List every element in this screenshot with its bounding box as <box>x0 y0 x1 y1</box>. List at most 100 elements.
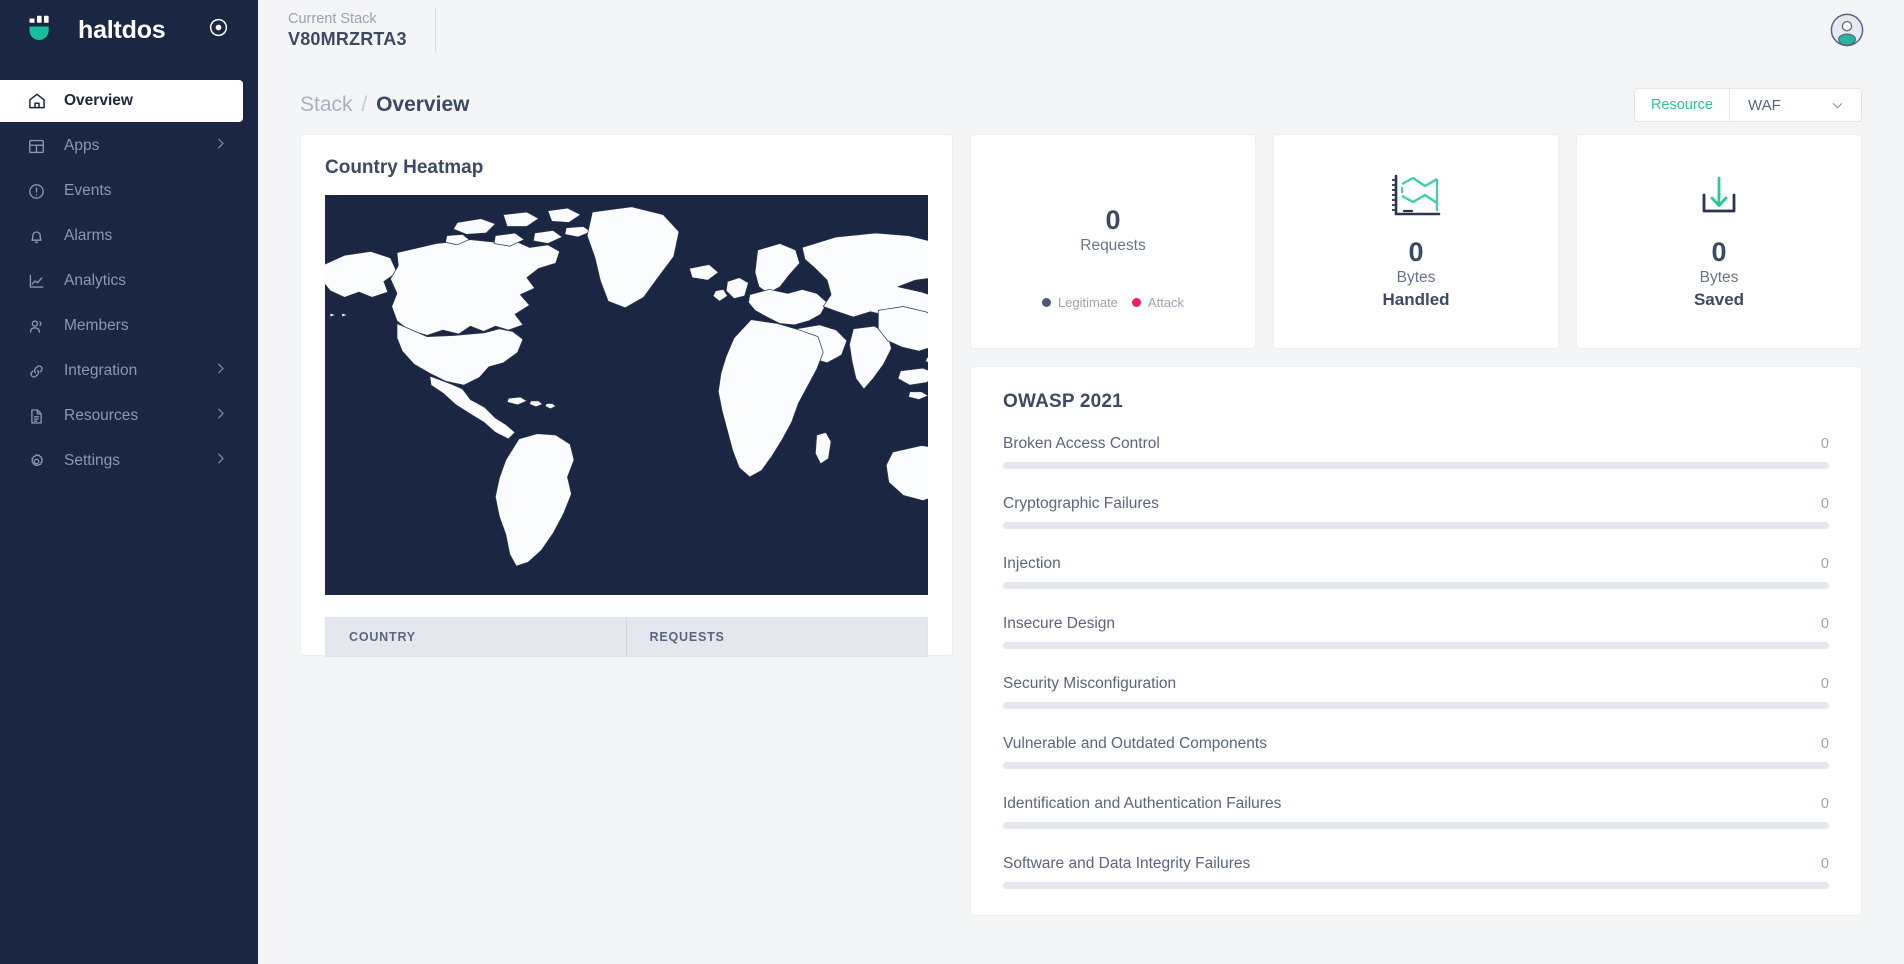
owasp-row-bar <box>1003 882 1829 889</box>
bytes-saved-value: 0 <box>1711 236 1727 267</box>
owasp-row-bar <box>1003 702 1829 709</box>
table-header-country[interactable]: COUNTRY <box>326 618 627 656</box>
owasp-row[interactable]: Insecure Design 0 <box>1003 615 1829 649</box>
owasp-row-name: Identification and Authentication Failur… <box>1003 795 1282 812</box>
sidebar-item-alarms[interactable]: Alarms <box>0 216 258 256</box>
owasp-row-bar <box>1003 582 1829 589</box>
main-area: Current Stack V80MRZRTA3 Stack / Overvie… <box>258 0 1904 964</box>
owasp-row[interactable]: Security Misconfiguration 0 <box>1003 675 1829 709</box>
sidebar-item-settings[interactable]: Settings <box>0 441 258 481</box>
owasp-row-value: 0 <box>1820 796 1829 812</box>
world-map-svg <box>325 195 928 595</box>
owasp-row-bar <box>1003 522 1829 529</box>
content-header: Stack / Overview Resource WAF <box>300 82 1862 128</box>
document-icon <box>26 406 47 427</box>
country-requests-table: COUNTRY REQUESTS <box>325 617 928 657</box>
legend-item-attack[interactable]: Attack <box>1131 295 1185 310</box>
owasp-row-value: 0 <box>1820 496 1829 512</box>
bell-icon <box>26 226 47 247</box>
owasp-row-value: 0 <box>1820 436 1829 452</box>
current-stack[interactable]: Current Stack V80MRZRTA3 <box>288 8 436 52</box>
bytes-handled-value: 0 <box>1408 236 1424 267</box>
legend-item-legitimate[interactable]: Legitimate <box>1041 295 1118 310</box>
sidebar-item-analytics[interactable]: Analytics <box>0 261 258 301</box>
requests-inner: 0 Requests <box>1080 205 1145 257</box>
legend-label-attack: Attack <box>1147 295 1185 310</box>
breadcrumb: Stack / Overview <box>300 93 469 117</box>
sidebar-item-apps[interactable]: Apps <box>0 126 258 166</box>
legend-dot-attack <box>1131 298 1141 307</box>
sidebar-nav: Overview Apps Events Alarms Analytics Me… <box>0 80 258 481</box>
breadcrumb-current: Overview <box>376 93 470 116</box>
owasp-row-name: Software and Data Integrity Failures <box>1003 855 1251 872</box>
sidebar-item-events[interactable]: Events <box>0 171 258 211</box>
sidebar-item-label: Integration <box>64 362 138 380</box>
table-header-requests[interactable]: REQUESTS <box>627 618 928 656</box>
dashboard-grid: Country Heatmap COUNTRY REQUESTS 0 Reque… <box>300 134 1862 916</box>
owasp-row-bar <box>1003 822 1829 829</box>
stat-cards-row: 0 Requests Legitimate Attack 0 Bytes Han… <box>970 134 1862 349</box>
haltdos-bowl-logo-icon <box>26 13 60 47</box>
resource-selector-value: WAF <box>1748 96 1781 114</box>
owasp-row-name: Vulnerable and Outdated Components <box>1003 735 1267 752</box>
owasp-row-bar <box>1003 762 1829 769</box>
sidebar-item-resources[interactable]: Resources <box>0 396 258 436</box>
alert-circle-icon <box>26 181 47 202</box>
requests-value: 0 <box>1105 204 1121 235</box>
sidebar-item-label: Alarms <box>64 227 113 245</box>
sidebar: haltdos Overview Apps Events Alarms Anal… <box>0 0 258 964</box>
bytes-handled-stat-card: 0 Bytes Handled <box>1273 134 1559 349</box>
owasp-row[interactable]: Software and Data Integrity Failures 0 <box>1003 855 1829 889</box>
home-icon <box>26 91 47 112</box>
sidebar-item-label: Settings <box>64 452 121 470</box>
topbar: Current Stack V80MRZRTA3 <box>258 0 1904 60</box>
layout-grid-icon <box>26 136 47 157</box>
owasp-row-name: Insecure Design <box>1003 615 1116 632</box>
owasp-row-name: Security Misconfiguration <box>1003 675 1177 692</box>
sidebar-item-overview[interactable]: Overview <box>0 80 243 122</box>
owasp-row-name: Cryptographic Failures <box>1003 495 1159 512</box>
current-stack-value: V80MRZRTA3 <box>288 29 407 49</box>
requests-caption: Requests <box>1080 236 1146 254</box>
chevron-right-icon <box>213 136 228 156</box>
sidebar-item-integration[interactable]: Integration <box>0 351 258 391</box>
owasp-row[interactable]: Injection 0 <box>1003 555 1829 589</box>
owasp-row-value: 0 <box>1820 616 1829 632</box>
owasp-card: OWASP 2021 Broken Access Control 0 Crypt… <box>970 366 1862 916</box>
owasp-row-name: Injection <box>1003 555 1061 572</box>
chevron-right-icon <box>213 361 228 381</box>
owasp-row-value: 0 <box>1820 736 1829 752</box>
chevron-right-icon <box>213 406 228 426</box>
users-icon <box>26 316 47 337</box>
owasp-row-value: 0 <box>1820 556 1829 572</box>
link-icon <box>26 361 47 382</box>
target-icon[interactable] <box>208 17 229 43</box>
breadcrumb-parent[interactable]: Stack <box>300 93 353 116</box>
gear-icon <box>26 451 47 472</box>
content: Stack / Overview Resource WAF Country He… <box>258 60 1904 964</box>
chart-line-icon <box>26 271 47 292</box>
user-avatar-icon[interactable] <box>1830 13 1864 47</box>
bytes-handled-caption-top: Bytes <box>1396 268 1436 286</box>
current-stack-label: Current Stack <box>288 11 377 27</box>
area-chart-icon <box>1389 173 1443 219</box>
world-map[interactable] <box>325 195 928 595</box>
brand[interactable]: haltdos <box>0 0 258 60</box>
resource-selector-tag: Resource <box>1635 89 1730 121</box>
owasp-row-value: 0 <box>1820 676 1829 692</box>
heatmap-column: Country Heatmap COUNTRY REQUESTS <box>300 134 953 916</box>
owasp-row[interactable]: Cryptographic Failures 0 <box>1003 495 1829 529</box>
owasp-row-bar <box>1003 462 1829 469</box>
stats-column: 0 Requests Legitimate Attack 0 Bytes Han… <box>970 134 1862 916</box>
sidebar-item-label: Resources <box>64 407 139 425</box>
owasp-row[interactable]: Identification and Authentication Failur… <box>1003 795 1829 829</box>
chevron-down-icon[interactable] <box>1830 98 1861 113</box>
owasp-row[interactable]: Vulnerable and Outdated Components 0 <box>1003 735 1829 769</box>
resource-selector[interactable]: Resource WAF <box>1633 88 1862 122</box>
sidebar-item-members[interactable]: Members <box>0 306 258 346</box>
owasp-row[interactable]: Broken Access Control 0 <box>1003 435 1829 469</box>
legend-label-legitimate: Legitimate <box>1057 295 1118 310</box>
requests-stat-card: 0 Requests Legitimate Attack <box>970 134 1256 349</box>
sidebar-item-label: Members <box>64 317 129 335</box>
country-heatmap-title: Country Heatmap <box>325 157 484 178</box>
